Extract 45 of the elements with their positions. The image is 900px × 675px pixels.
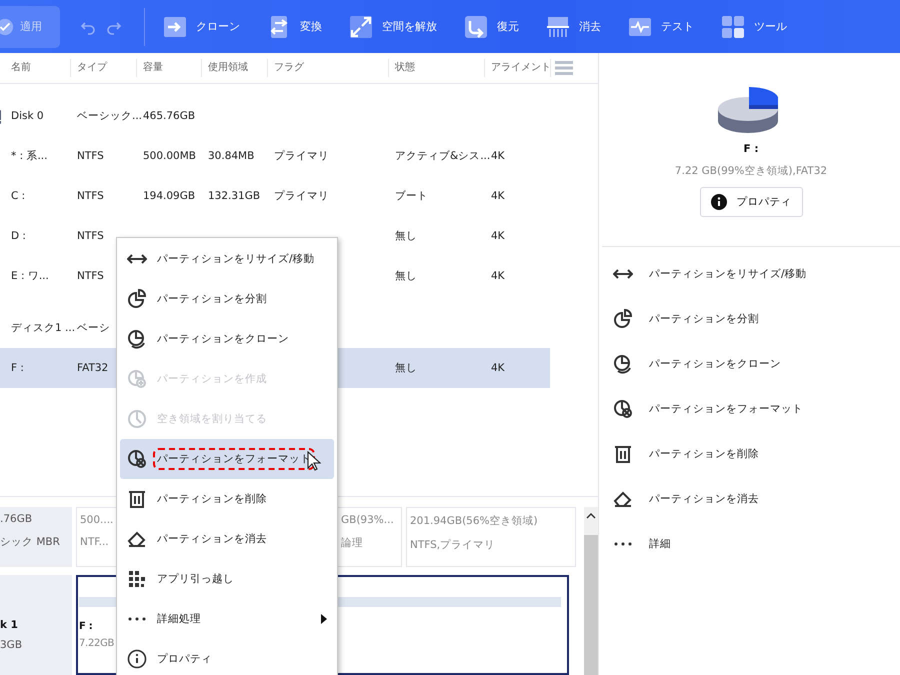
partition-text: F : (79, 621, 92, 632)
disk-info-text: .76GB (0, 513, 32, 525)
table-cell: F : (11, 362, 24, 374)
table-cell: 30.84MB (208, 150, 254, 162)
table-cell: Disk 0 (11, 110, 44, 122)
table-cell: NTFS (77, 190, 104, 202)
table-cell: 132.31GB (208, 190, 260, 202)
table-cell: 500.00MB (143, 150, 196, 162)
partition-text: 論理 (341, 536, 363, 550)
table-cell: 465.76GB (143, 110, 196, 122)
table-cell: ベーシ (77, 322, 110, 334)
table-cell: * : 系... (11, 150, 48, 162)
partition-text: 500.... (80, 514, 114, 526)
table-cell: C : (11, 190, 26, 202)
partition-name: F : (743, 143, 759, 155)
table-cell: 194.09GB (143, 190, 196, 202)
table-cell: NTFS (77, 270, 104, 282)
table-cell: 4K (491, 362, 505, 374)
table-cell: 無し (395, 230, 417, 242)
table-cell: ディスク1 ... (11, 322, 76, 334)
table-cell: ベーシック... (77, 110, 142, 122)
partition-text: 201.94GB(56%空き領域) (410, 514, 538, 528)
table-cell: NTFS (77, 230, 104, 242)
table-cell: プライマリ (274, 150, 329, 162)
table-cell: 4K (491, 150, 505, 162)
table-cell: 4K (491, 190, 505, 202)
table-cell: アクティブ&シス... (395, 150, 490, 162)
partition-summary: 7.22 GB(99%空き領域),FAT32 (674, 164, 828, 178)
partition-text: GB(93%... (341, 514, 394, 526)
partition-text: NTFS,プライマリ (410, 538, 496, 552)
table-cell: E : ワ... (11, 270, 49, 282)
table-cell: プライマリ (274, 190, 329, 202)
table-cell: 4K (491, 270, 505, 282)
table-cell: FAT32 (77, 362, 108, 374)
table-cell: 無し (395, 362, 417, 374)
disk-info-text: シック MBR (0, 535, 60, 549)
disk-name: k 1 (0, 619, 18, 631)
table-cell: ブート (395, 190, 428, 202)
table-cell: 4K (491, 230, 505, 242)
partition-text: 7.22GB (79, 638, 114, 649)
disk-info-text: 3GB (0, 639, 22, 651)
table-cell: 無し (395, 270, 417, 282)
table-cell: NTFS (77, 150, 104, 162)
partition-text: NTF... (80, 536, 109, 548)
table-cell: D : (11, 230, 26, 242)
